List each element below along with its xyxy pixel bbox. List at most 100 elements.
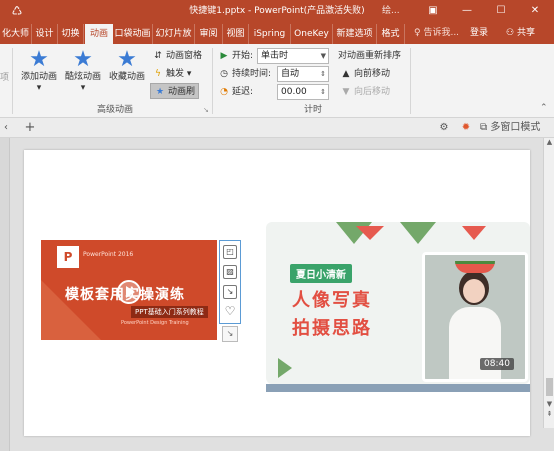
- smart-icon[interactable]: ⚙: [436, 120, 452, 136]
- animation-painter-label: 动画刷: [168, 87, 196, 97]
- decor-triangle: [278, 358, 292, 378]
- clock-icon: ◷: [220, 69, 228, 79]
- start-select[interactable]: 单击时 ▼: [257, 48, 329, 64]
- spinner-icon[interactable]: ⇕: [320, 85, 326, 99]
- favorite-animation-star-icon: ★: [117, 47, 137, 72]
- powerpoint-logo-icon: P: [57, 246, 79, 268]
- video-right-title-1: 人像写真: [292, 290, 372, 311]
- lightning-icon: ϟ: [155, 69, 161, 79]
- close-icon[interactable]: ✕: [518, 0, 552, 22]
- delay-input[interactable]: 00.00 ⇕: [277, 84, 329, 100]
- tab-huadashi[interactable]: 化大师: [0, 24, 32, 44]
- ribbon: 项 ★ 添加动画 ▾ ★ 酷炫动画 ▾ ★ 收藏动画 ⇵ 动画窗格 ϟ 触发 ▾ ★…: [0, 44, 554, 118]
- add-animation-label: 添加动画: [20, 72, 57, 82]
- trigger-button[interactable]: ϟ 触发 ▾: [152, 66, 191, 82]
- tab-new-options[interactable]: 新建选项: [333, 24, 377, 44]
- quick-style-toolbar: ◰ ▨ ↘ ♡: [219, 240, 241, 324]
- ribbon-display-icon[interactable]: ▣: [416, 0, 450, 22]
- spinner-icon[interactable]: ⇕: [320, 67, 326, 81]
- prev-slide-icon[interactable]: ⇞: [544, 410, 554, 418]
- tab-review[interactable]: 审阅: [195, 24, 223, 44]
- chevron-left-icon[interactable]: ‹: [0, 120, 12, 136]
- tab-view[interactable]: 视图: [223, 24, 249, 44]
- vertical-scrollbar[interactable]: ▲ ▼ ⇞: [543, 138, 554, 428]
- video-right-title-2: 拍摄思路: [292, 318, 372, 339]
- tab-transitions[interactable]: 切换: [58, 24, 84, 44]
- heart-icon[interactable]: ♡: [223, 305, 237, 319]
- decor-triangle: [356, 226, 384, 240]
- group-label-timing: 计时: [303, 105, 322, 115]
- duration-label: ◷ 持续时间:: [218, 66, 271, 82]
- collapse-ribbon-icon[interactable]: ⌃: [540, 100, 548, 116]
- tell-me-label: 告诉我...: [423, 28, 460, 38]
- dialog-launcher-icon[interactable]: ↘: [203, 102, 209, 118]
- chevron-down-icon: ▼: [320, 52, 326, 60]
- painter-star-icon: ★: [155, 87, 165, 97]
- delay-value: 00.00: [281, 87, 307, 97]
- duration-label-text: 持续时间:: [232, 69, 272, 79]
- favorite-animation-button[interactable]: ★ 收藏动画: [106, 48, 148, 94]
- move-later-button[interactable]: ▼ 向后移动: [340, 84, 390, 100]
- thumbnail-pane-edge[interactable]: [0, 138, 10, 451]
- login-button[interactable]: 登录: [470, 24, 488, 42]
- move-later-label: 向后移动: [354, 87, 391, 97]
- arrow-down-icon: ▼: [342, 87, 350, 97]
- multi-window-button[interactable]: ⧉ 多窗口模式: [480, 120, 552, 136]
- tab-design[interactable]: 设计: [32, 24, 58, 44]
- title-bar: ♺ 快捷键1.pptx - PowerPoint(产品激活失败) 绘... ▣ …: [0, 0, 554, 22]
- delay-clock-icon: ◔: [220, 87, 228, 97]
- maximize-icon[interactable]: ☐: [484, 0, 518, 22]
- group-label-advanced: 高级动画: [96, 105, 133, 115]
- video-left-subtitle: PPT基础入门系列教程: [131, 306, 208, 318]
- tell-me-search[interactable]: ♀ 告诉我...: [414, 24, 459, 42]
- video-right[interactable]: 夏日小清新 人像写真 拍摄思路 08:40: [266, 222, 530, 384]
- start-label: ▶ 开始:: [218, 48, 254, 64]
- decor-triangle: [400, 222, 436, 244]
- tab-format[interactable]: 格式: [377, 24, 405, 44]
- crop-icon[interactable]: ↘: [223, 285, 237, 299]
- video-left[interactable]: P PowerPoint 2016 模板套用实操演练 PPT基础入门系列教程 P…: [41, 240, 217, 340]
- duration-input[interactable]: 自动 ⇕: [277, 66, 329, 82]
- share-label: 共享: [516, 28, 535, 38]
- decor-triangle: [462, 226, 486, 240]
- tab-ispring[interactable]: iSpring: [249, 24, 291, 44]
- cool-animation-button[interactable]: ★ 酷炫动画 ▾: [62, 48, 104, 94]
- resize-icon[interactable]: ↘: [222, 326, 238, 342]
- animation-pane-label: 动画窗格: [166, 51, 203, 61]
- scroll-down-icon[interactable]: ▼: [544, 400, 554, 408]
- shape-style-icon[interactable]: ◰: [223, 245, 237, 259]
- delay-label: ◔ 延迟:: [218, 84, 253, 100]
- settings-gear-icon[interactable]: ✹: [458, 120, 474, 136]
- tab-slideshow[interactable]: 幻灯片放: [153, 24, 195, 44]
- play-icon[interactable]: [117, 280, 141, 304]
- scroll-thumb[interactable]: [546, 378, 553, 396]
- scroll-up-icon[interactable]: ▲: [544, 138, 554, 146]
- add-animation-star-icon: ★: [29, 47, 49, 72]
- minimize-icon[interactable]: —: [450, 0, 484, 22]
- animation-painter-button[interactable]: ★ 动画刷: [150, 83, 200, 99]
- move-earlier-button[interactable]: ▲ 向前移动: [340, 66, 390, 82]
- delay-label-text: 延迟:: [232, 87, 254, 97]
- person-icon: ⚇: [506, 28, 517, 38]
- ribbon-tabs: 化大师 设计 切换 动画 口袋动画 幻灯片放 审阅 视图 iSpring One…: [0, 22, 554, 44]
- arrow-up-icon: ▲: [342, 69, 350, 79]
- version-text: PowerPoint 2016: [83, 251, 134, 258]
- video-right-bottom-strip: [266, 384, 530, 392]
- reorder-title: 对动画重新排序: [338, 51, 402, 61]
- add-animation-button[interactable]: ★ 添加动画 ▾: [18, 48, 60, 94]
- video-right-badge: 夏日小清新: [290, 264, 352, 283]
- tab-pocket-animation[interactable]: 口袋动画: [113, 24, 153, 44]
- chevron-down-icon: ▾: [80, 83, 86, 93]
- play-icon: ▶: [220, 51, 228, 61]
- picture-icon[interactable]: ▨: [223, 265, 237, 279]
- video-left-foot: PowerPoint Design Training: [121, 320, 189, 326]
- prev-group-edge: 项: [0, 73, 10, 83]
- animation-pane-icon: ⇵: [154, 51, 162, 61]
- start-label-text: 开始:: [232, 51, 254, 61]
- add-section-icon[interactable]: +: [22, 120, 38, 136]
- tab-onekey[interactable]: OneKey: [291, 24, 333, 44]
- tab-animations[interactable]: 动画: [85, 24, 113, 44]
- animation-pane-button[interactable]: ⇵ 动画窗格: [152, 48, 202, 64]
- share-button[interactable]: ⚇ 共享: [506, 24, 535, 42]
- video-duration: 08:40: [480, 358, 514, 370]
